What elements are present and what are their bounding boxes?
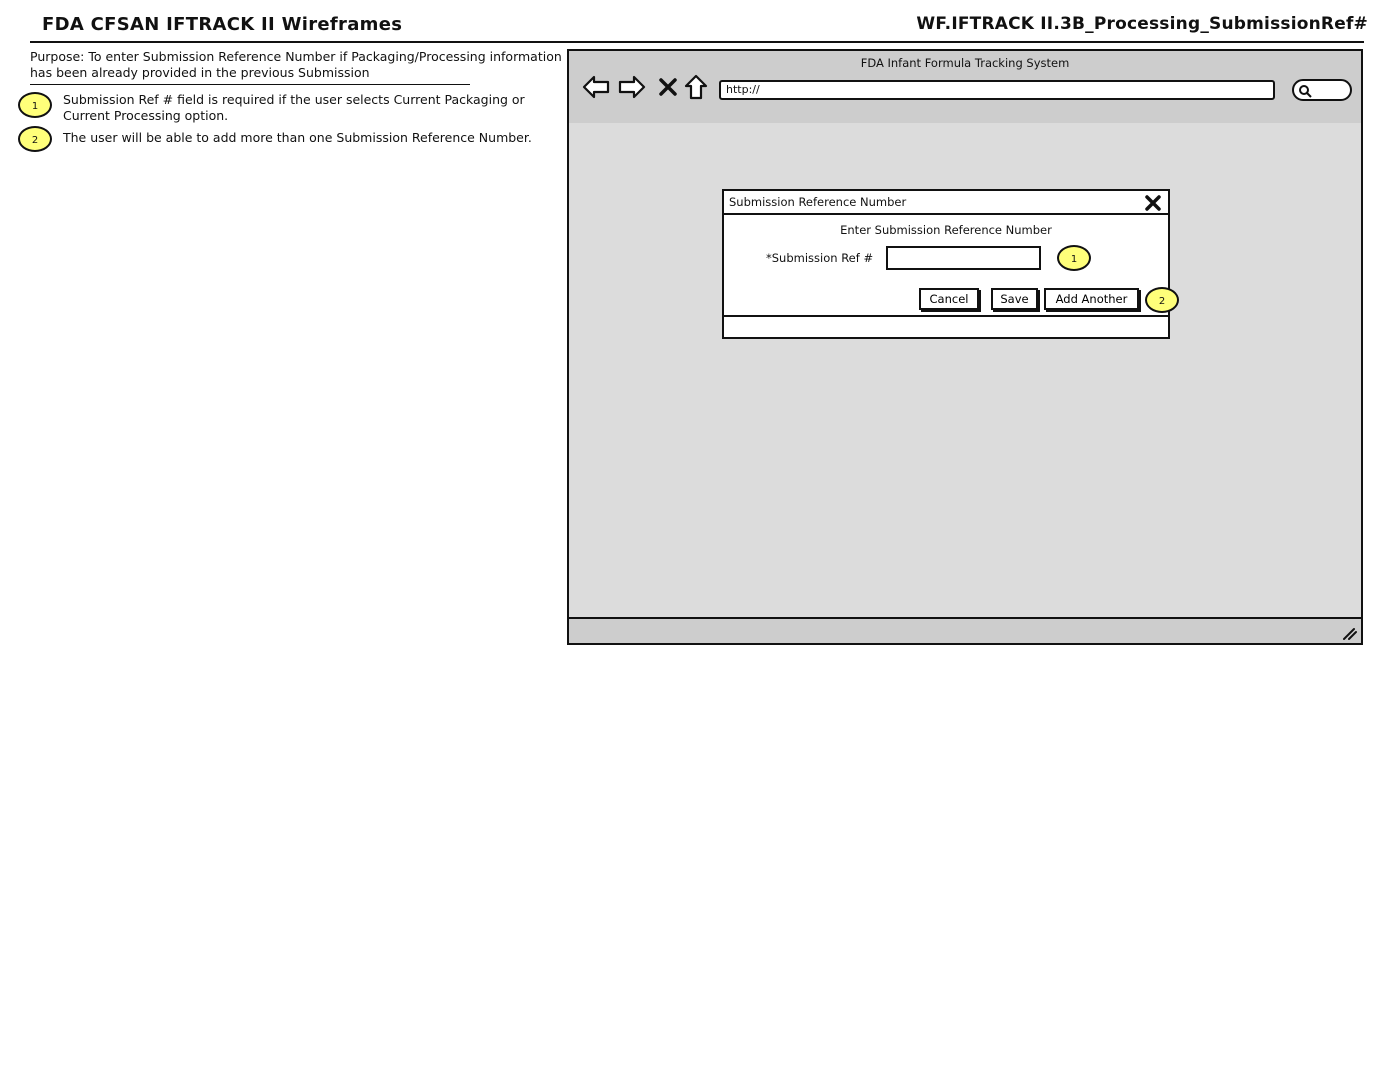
note-2-text: The user will be able to add more than o… bbox=[63, 130, 532, 145]
save-button[interactable]: Save bbox=[991, 288, 1038, 310]
browser-status-bar bbox=[569, 617, 1361, 643]
purpose-text: Purpose: To enter Submission Reference N… bbox=[30, 49, 562, 80]
home-icon bbox=[684, 74, 708, 100]
dialog-footer bbox=[724, 315, 1168, 337]
resize-grip-icon[interactable] bbox=[1341, 626, 1357, 640]
close-icon bbox=[1145, 195, 1161, 211]
callout-badge-field: 1 bbox=[1057, 245, 1091, 271]
forward-button[interactable] bbox=[617, 73, 647, 101]
back-button[interactable] bbox=[581, 73, 611, 101]
cancel-button[interactable]: Cancel bbox=[919, 288, 979, 310]
address-bar[interactable]: http:// bbox=[719, 80, 1275, 100]
purpose-divider bbox=[30, 84, 470, 85]
header-divider bbox=[30, 41, 1364, 43]
browser-toolbar: FDA Infant Formula Tracking System http:… bbox=[569, 51, 1361, 125]
submission-ref-input[interactable] bbox=[886, 246, 1041, 270]
home-button[interactable] bbox=[681, 73, 711, 101]
callout-badge-1: 1 bbox=[18, 92, 52, 118]
search-box[interactable] bbox=[1292, 79, 1352, 101]
dialog-title: Submission Reference Number bbox=[724, 191, 1168, 215]
callout-badge-2: 2 bbox=[18, 126, 52, 152]
submission-ref-dialog: Submission Reference Number Enter Submis… bbox=[722, 189, 1179, 339]
stop-button[interactable] bbox=[653, 73, 683, 101]
callout-badge-buttons: 2 bbox=[1145, 287, 1179, 313]
wireframe-id: WF.IFTRACK II.3B_Processing_SubmissionRe… bbox=[916, 14, 1368, 34]
browser-title: FDA Infant Formula Tracking System bbox=[860, 56, 1070, 70]
forward-arrow-icon bbox=[618, 75, 646, 99]
search-icon bbox=[1299, 85, 1312, 98]
back-arrow-icon bbox=[582, 75, 610, 99]
document-title: FDA CFSAN IFTRACK II Wireframes bbox=[42, 14, 403, 35]
submission-ref-label: *Submission Ref # bbox=[766, 251, 874, 265]
add-another-button[interactable]: Add Another bbox=[1044, 288, 1139, 310]
browser-window: FDA Infant Formula Tracking System http:… bbox=[567, 49, 1363, 645]
stop-x-icon bbox=[659, 78, 677, 96]
dialog-close-button[interactable] bbox=[1144, 194, 1162, 216]
dialog-heading: Enter Submission Reference Number bbox=[840, 223, 1052, 237]
wireframe-page: FDA CFSAN IFTRACK II Wireframes WF.IFTRA… bbox=[0, 0, 1386, 1071]
note-1-text: Submission Ref # field is required if th… bbox=[63, 92, 525, 123]
